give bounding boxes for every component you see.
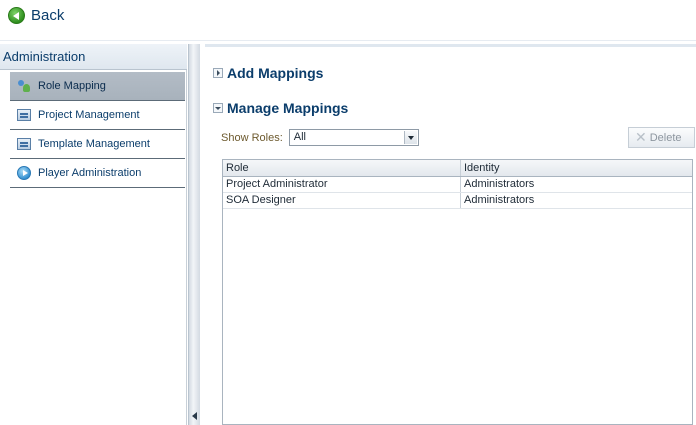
table-row[interactable]: SOA Designer Administrators xyxy=(223,193,692,209)
top-divider xyxy=(0,40,696,41)
sidebar-header: Administration xyxy=(0,44,187,70)
role-mapping-icon xyxy=(17,79,31,93)
main-panel: Add Mappings Manage Mappings Show Roles:… xyxy=(205,44,696,425)
expand-icon[interactable] xyxy=(213,68,223,78)
delete-x-icon: ✕ xyxy=(635,129,647,146)
back-arrow-icon xyxy=(8,7,25,24)
cell-identity: Administrators xyxy=(464,194,535,206)
chevron-down-icon[interactable] xyxy=(403,131,417,144)
sidebar-item-player-administration[interactable]: Player Administration xyxy=(10,159,185,188)
show-roles-label: Show Roles: xyxy=(221,131,283,144)
cell-role: Project Administrator xyxy=(223,177,461,192)
show-roles-select[interactable]: All xyxy=(288,129,419,146)
collapse-icon[interactable] xyxy=(213,103,223,113)
delete-label: Delete xyxy=(649,131,682,144)
sidebar: Administration Role Mapping Project Mana… xyxy=(0,44,187,425)
manage-mappings-title: Manage Mappings xyxy=(227,100,349,116)
mappings-table: Role Identity Project Administrator Admi… xyxy=(222,159,693,425)
player-icon xyxy=(17,166,31,180)
show-roles-filter: Show Roles: All xyxy=(221,129,419,146)
template-icon xyxy=(17,138,31,150)
sidebar-list: Role Mapping Project Management Template… xyxy=(10,72,185,188)
sidebar-item-label: Project Management xyxy=(38,109,140,121)
top-bar: Back xyxy=(0,0,696,40)
cell-role: SOA Designer xyxy=(223,193,461,208)
sidebar-item-label: Player Administration xyxy=(38,167,142,179)
back-button[interactable]: Back xyxy=(8,7,64,24)
table-header: Role Identity xyxy=(223,160,692,177)
panel-splitter[interactable] xyxy=(188,44,200,425)
cell-identity: Administrators xyxy=(464,178,535,190)
manage-mappings-header[interactable]: Manage Mappings xyxy=(213,100,348,116)
delete-button[interactable]: ✕ Delete xyxy=(628,127,695,148)
sidebar-item-project-management[interactable]: Project Management xyxy=(10,101,185,130)
column-header-role[interactable]: Role xyxy=(223,160,461,176)
add-mappings-title: Add Mappings xyxy=(227,65,324,81)
sidebar-item-role-mapping[interactable]: Role Mapping xyxy=(10,72,185,101)
collapse-arrow-icon[interactable] xyxy=(192,412,197,420)
project-icon xyxy=(17,109,31,121)
sidebar-item-label: Role Mapping xyxy=(38,80,106,92)
table-row[interactable]: Project Administrator Administrators xyxy=(223,177,692,193)
show-roles-value: All xyxy=(293,131,306,143)
back-label: Back xyxy=(31,7,65,24)
add-mappings-header[interactable]: Add Mappings xyxy=(213,65,323,81)
sidebar-item-template-management[interactable]: Template Management xyxy=(10,130,185,159)
sidebar-item-label: Template Management xyxy=(38,138,150,150)
column-header-identity[interactable]: Identity xyxy=(461,160,692,176)
